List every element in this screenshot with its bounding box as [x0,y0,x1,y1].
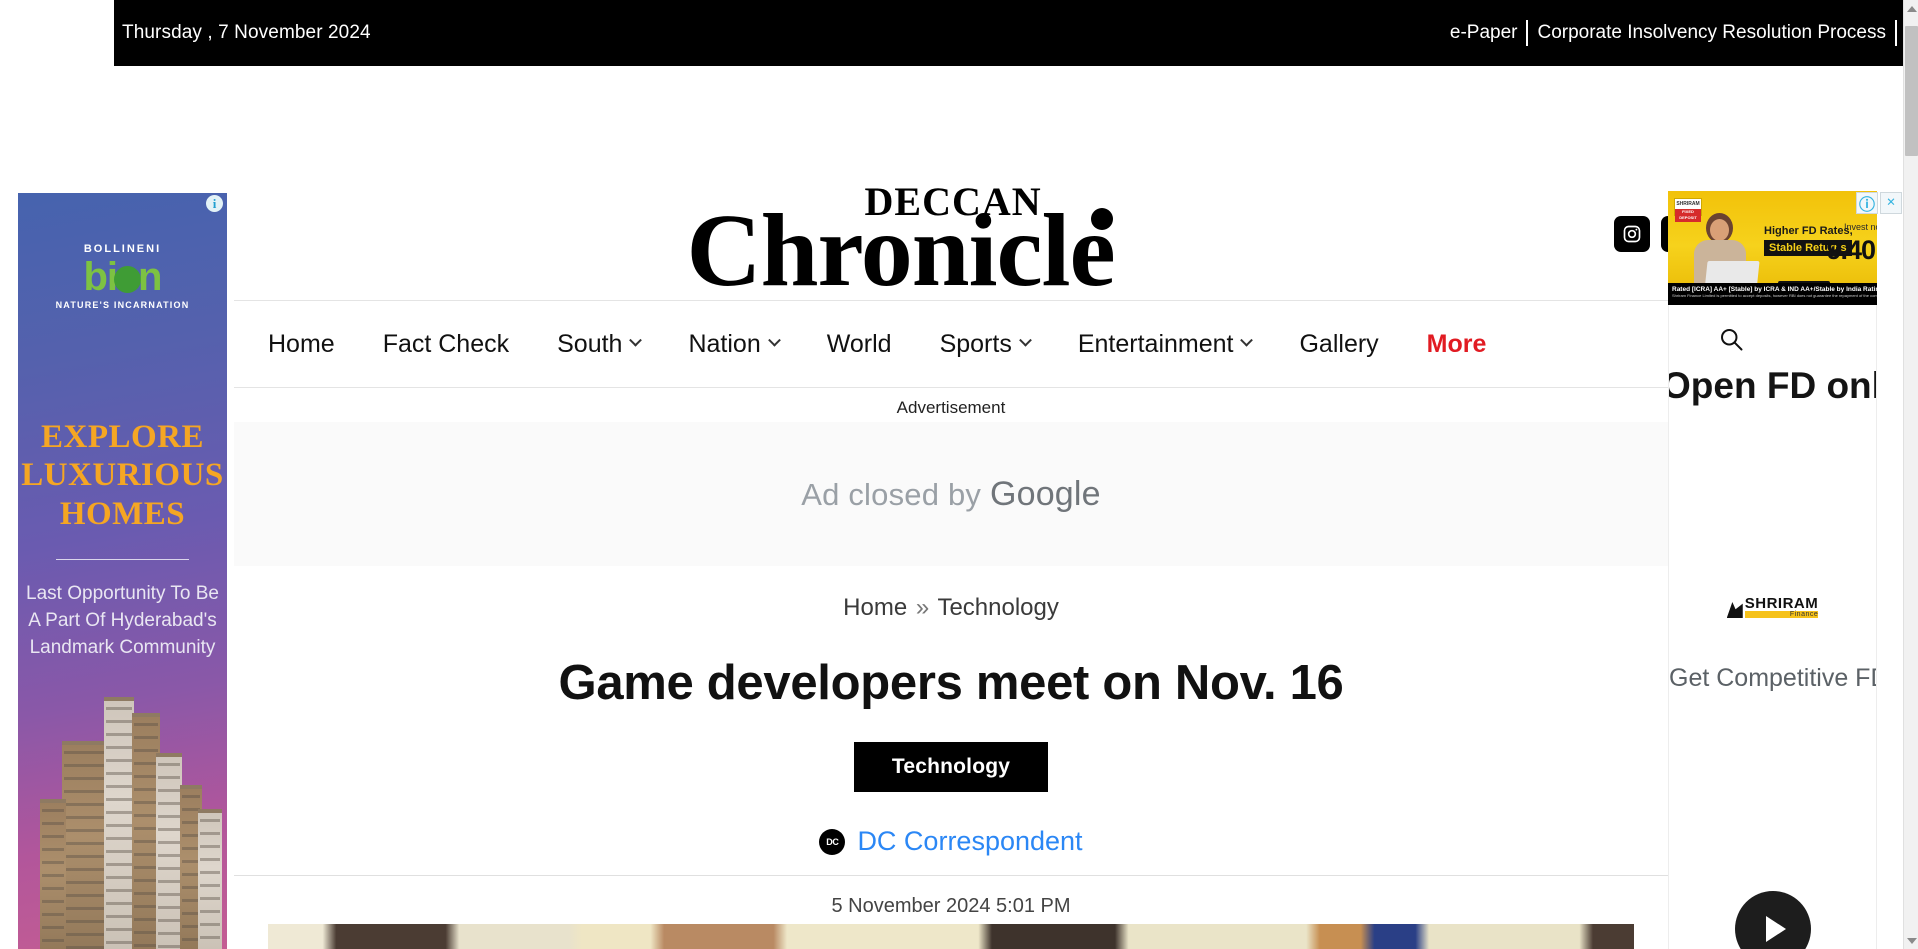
topbar-divider-2 [1895,20,1897,46]
chevron-down-icon [1018,333,1032,347]
left-ad-brand-b: n [138,255,162,299]
logo-dot [1090,208,1113,230]
right-ad-rate: 9.40 [1826,235,1876,265]
nav-item-south[interactable]: South [533,330,664,359]
google-ad-slot[interactable]: Ad closed by Google [234,422,1668,566]
scrollbar[interactable] [1903,0,1918,949]
left-ad-brand-top: BOLLINENI [83,243,162,255]
article-hero-image [268,922,1634,949]
shriram-sub: Finance [1744,611,1819,618]
epaper-link[interactable]: e-Paper [1441,22,1527,44]
logo-deccan-text: DECCAN [864,179,1042,224]
nav-item-home[interactable]: Home [234,330,359,359]
left-ad-brand-a: bi [83,255,119,299]
chevron-down-icon [767,333,781,347]
globe-icon [114,266,142,293]
nav-label: More [1426,329,1487,358]
nav-item-sports[interactable]: Sports [916,330,1054,359]
chevron-down-icon [629,333,643,347]
nav-label: World [826,329,892,358]
status-badge[interactable]: Technology [853,742,1049,792]
article-header: Home » Technology Game developers meet o… [234,566,1668,918]
ad-controls: ⓘ × [1856,192,1902,214]
nav-item-world[interactable]: World [803,330,916,359]
shriram-wordmark: SHRIRAM Finance [1744,595,1819,618]
left-ad-brand-sub: NATURE'S INCARNATION [55,300,190,310]
left-ad-brand: BOLLINENI bi n NATURE'S INCARNATION [18,243,227,310]
nav-label: South [557,329,623,358]
left-ad-building-art [26,649,227,949]
left-ad-brand-main: bi n [83,255,163,299]
advertisement-label: Advertisement [234,390,1668,424]
nav-label: Fact Check [382,329,510,358]
page-title: Game developers meet on Nov. 16 [558,656,1344,710]
left-ad-headline: EXPLORE LUXURIOUS HOMES [21,419,224,532]
ad-closed-text: Ad closed by [801,476,990,512]
right-ad-text-3: Invest now, get interest [1844,222,1877,232]
right-ad-panel-title: Open FD online @9.40%* p.a [1668,365,1877,406]
nav-item-entertainment[interactable]: Entertainment [1054,330,1276,359]
current-date: Thursday , 7 November 2024 [122,22,371,43]
ad-closed-message: Ad closed by Google [801,475,1101,514]
nav-label: Home [268,329,335,358]
nav-label: Entertainment [1077,329,1234,358]
shriram-finance-logo: SHRIRAM Finance [1669,596,1876,623]
ad-close-icon[interactable]: × [1880,192,1902,214]
scroll-up-arrow[interactable] [1904,0,1918,17]
ad-info-icon[interactable]: ⓘ [1856,192,1878,214]
right-ad-badge-l1: SHRIRAM [1676,201,1700,207]
topbar-links: e-Paper Corporate Insolvency Resolution … [1441,20,1897,46]
right-ad-panel[interactable]: Open FD online @9.40%* p.a SHRIRAM Finan… [1668,305,1877,949]
browser-page: Thursday , 7 November 2024 e-Paper Corpo… [0,0,1918,949]
right-ad-panel-body: Get Competitive FD Interest Rates with S… [1669,664,1876,692]
right-ad-footer: Rated [ICRA] AA+ [Stable] by ICRA & IND … [1668,283,1877,305]
person-face [1710,219,1729,241]
play-icon[interactable] [1734,891,1811,949]
nav-label: Gallery [1299,329,1379,358]
ad-info-icon[interactable]: i [206,195,223,212]
cirp-link[interactable]: Corporate Insolvency Resolution Process [1528,22,1895,44]
shriram-name: SHRIRAM [1744,595,1819,612]
right-banner-ad[interactable]: SHRIRAM FIXED DEPOSIT Higher FD Rates, S… [1668,191,1877,305]
breadcrumb: Home » Technology [234,566,1668,622]
instagram-icon[interactable] [1614,216,1650,252]
logo-chronicle-text: Chronicle [686,193,1116,308]
nav-item-nation[interactable]: Nation [664,330,802,359]
main-navigation: Home Fact Check South Nation World Sport… [234,300,1668,388]
nav-label: Sports [939,329,1012,358]
top-bar: Thursday , 7 November 2024 e-Paper Corpo… [114,0,1903,66]
author-link[interactable]: DC Correspondent [857,826,1082,857]
shriram-mark-icon [1726,602,1743,618]
scrollbar-thumb[interactable] [1905,26,1918,156]
breadcrumb-separator: » [915,594,930,621]
masthead: DECCAN Chronicle [0,66,1903,305]
google-wordmark: Google [989,474,1101,513]
nav-item-more[interactable]: More [1403,330,1511,359]
nav-item-fact-check[interactable]: Fact Check [359,330,533,359]
category-tag-wrap: Technology [234,742,1668,792]
breadcrumb-home[interactable]: Home [843,594,907,621]
avatar: DC [819,828,846,855]
left-skyscraper-ad[interactable]: i BOLLINENI bi n NATURE'S INCARNATION EXP… [18,193,227,949]
top-left-gutter [0,0,114,66]
search-icon[interactable] [1717,325,1745,353]
chevron-down-icon [1240,333,1254,347]
breadcrumb-section[interactable]: Technology [937,594,1058,621]
right-ad-footer-text: Rated [ICRA] AA+ [Stable] by ICRA & IND … [1672,286,1877,293]
article-timestamp: 5 November 2024 5:01 PM [831,895,1071,917]
right-ad-footer-disclaimer: Shriram Finance Limited is permitted to … [1672,293,1877,299]
left-ad-divider [56,559,189,560]
byline: DC DC Correspondent [234,826,1668,876]
nav-label: Nation [688,329,761,358]
scroll-down-arrow[interactable] [1904,932,1918,949]
nav-item-gallery[interactable]: Gallery [1275,330,1402,359]
